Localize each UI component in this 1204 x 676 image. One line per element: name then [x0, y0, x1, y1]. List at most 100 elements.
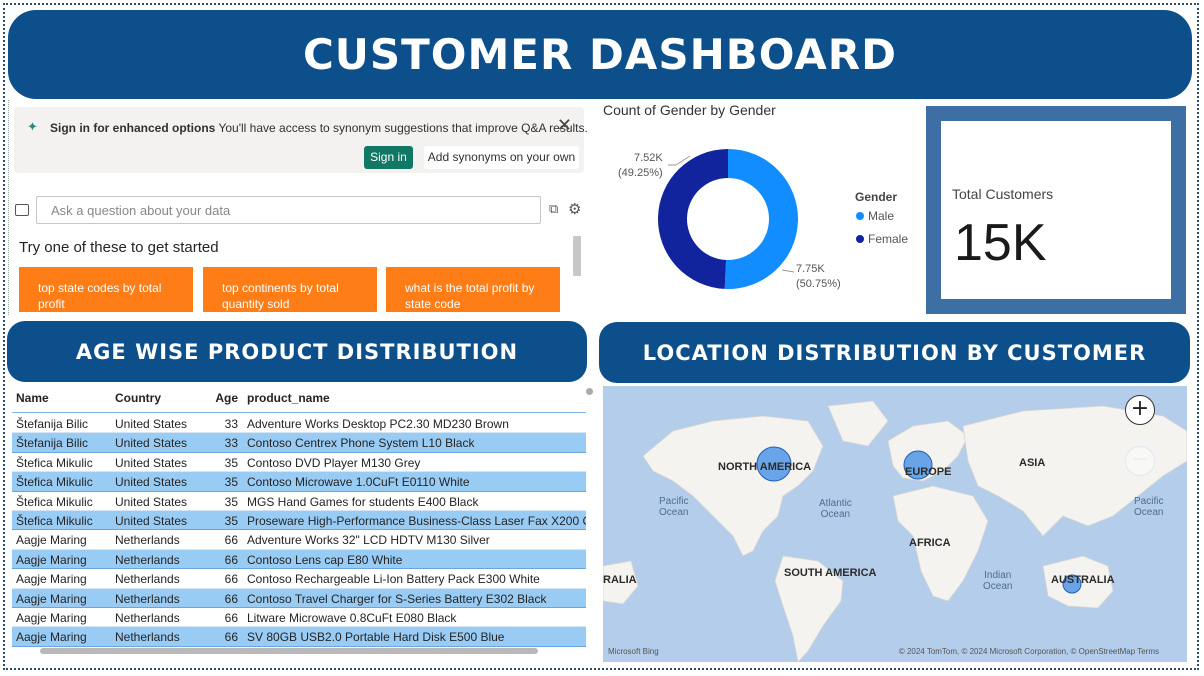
donut-slice-male[interactable] [724, 149, 799, 289]
cell-product: Contoso Rechargeable Li-Ion Battery Pack… [247, 572, 540, 587]
legend-female-marker [856, 235, 864, 243]
map-copyright[interactable]: © 2024 TomTom, © 2024 Microsoft Corporat… [899, 647, 1159, 656]
cell-age: 66 [224, 552, 238, 567]
cell-product: Contoso Lens cap E80 White [247, 552, 403, 567]
donut-slice-female[interactable] [658, 149, 728, 289]
location-section-header: LOCATION DISTRIBUTION BY CUSTOMER [599, 322, 1190, 383]
world-map-svg [603, 400, 1187, 662]
cell-name: Štefica Mikulic [16, 455, 93, 470]
age-section-header: AGE WISE PRODUCT DISTRIBUTION [7, 321, 587, 382]
table-row[interactable]: Aagje Maring Netherlands 66 Litware Microwa… [12, 608, 586, 628]
cell-country: United States [115, 455, 188, 470]
cell-age: 66 [224, 533, 238, 548]
card-label: Total Customers [952, 186, 1054, 202]
cell-age: 35 [224, 514, 238, 528]
table-row[interactable]: Štefanija Bilic United States 33 Contoso Ce… [12, 433, 586, 453]
signin-notice: ✦ Sign in for enhanced options You'll ha… [14, 107, 588, 173]
signin-message: Sign in for enhanced options You'll have… [50, 121, 588, 135]
table-row[interactable]: Štefanija Bilic United States 33 Adventure … [12, 414, 586, 434]
cell-name: Štefanija Bilic [16, 436, 89, 451]
map-label-pacific-ocean-right: Pacific Ocean [1134, 496, 1164, 518]
male-data-label: 7.75K [796, 263, 825, 275]
close-icon[interactable]: ✕ [557, 115, 572, 136]
cell-name: Aagje Maring [16, 533, 87, 548]
cell-age: 35 [224, 494, 238, 509]
add-synonyms-button[interactable]: Add synonyms on your own [424, 146, 579, 169]
cell-name: Štefanija Bilic [16, 417, 89, 431]
cell-name: Aagje Maring [16, 611, 87, 625]
legend-title: Gender [855, 190, 897, 204]
cell-product: Contoso DVD Player M130 Grey [247, 455, 421, 470]
column-header-age[interactable]: Age [208, 391, 238, 405]
cell-age: 35 [224, 455, 238, 470]
qa-question-input[interactable]: Ask a question about your data [36, 196, 541, 224]
cell-product: SV 80GB USB2.0 Portable Hard Disk E500 B… [247, 630, 505, 645]
legend-male-marker [856, 212, 864, 220]
signin-bold: Sign in for enhanced options [50, 121, 216, 135]
cell-name: Aagje Maring [16, 630, 87, 645]
table-header: Name Country Age product_name [12, 386, 586, 413]
suggestion-button[interactable]: top continents by total quantity sold [203, 267, 377, 312]
cell-country: Netherlands [115, 630, 180, 645]
location-map[interactable]: NORTH AMERICA EUROPE ASIA AFRICA SOUTH A… [603, 386, 1187, 662]
cell-country: United States [115, 417, 188, 431]
map-label-indian-ocean: Indian Ocean [983, 570, 1013, 592]
legend-male-label[interactable]: Male [868, 209, 894, 223]
cell-product: Contoso Travel Charger for S-Series Batt… [247, 591, 547, 606]
cell-name: Aagje Maring [16, 552, 87, 567]
table-row[interactable]: Štefica Mikulic United States 35 Proseware … [12, 511, 586, 531]
donut-svg: 7.52K (49.25%) 7.75K (50.75%) Gender Mal… [618, 149, 908, 290]
map-label-pacific-ocean-left: Pacific Ocean [659, 496, 689, 518]
cell-name: Štefica Mikulic [16, 475, 93, 490]
cell-country: Netherlands [115, 552, 180, 567]
cell-age: 66 [224, 591, 238, 606]
cell-product: MGS Hand Games for students E400 Black [247, 494, 479, 509]
table-horizontal-scrollbar[interactable] [40, 648, 538, 654]
convert-visual-icon[interactable]: ⧉ [549, 202, 558, 217]
card-value: 15K [954, 214, 1047, 272]
column-header-country[interactable]: Country [115, 391, 161, 405]
cell-product: Adventure Works 32" LCD HDTV M130 Silver [247, 533, 490, 548]
age-product-table: Name Country Age product_name Štefanija … [12, 386, 586, 654]
dashboard-title: CUSTOMER DASHBOARD [302, 30, 898, 79]
table-row[interactable]: Štefica Mikulic United States 35 Contoso DV… [12, 453, 586, 473]
table-row[interactable]: Aagje Maring Netherlands 66 Adventure Works… [12, 530, 586, 550]
qa-scrollbar[interactable] [573, 236, 581, 276]
table-row[interactable]: Štefica Mikulic United States 35 MGS Hand G… [12, 492, 586, 511]
map-label-africa: AFRICA [909, 537, 951, 549]
cell-product: Litware Microwave 0.8CuFt E080 Black [247, 611, 457, 625]
suggestion-button[interactable]: what is the total profit by state code [386, 267, 560, 312]
legend-female-label[interactable]: Female [868, 232, 908, 246]
table-row[interactable]: Aagje Maring Netherlands 66 SV 80GB USB2.0 … [12, 627, 586, 647]
signin-button[interactable]: Sign in [364, 146, 413, 169]
gender-donut-chart: Count of Gender by Gender 7.52K (49.25%)… [598, 100, 920, 310]
suggestion-button[interactable]: top state codes by total profit [19, 267, 193, 312]
cell-country: United States [115, 475, 188, 490]
cell-age: 66 [224, 630, 238, 645]
column-header-name[interactable]: Name [16, 391, 49, 405]
zoom-in-button[interactable]: + [1125, 395, 1155, 425]
map-label-europe: EUROPE [905, 466, 952, 478]
cell-country: United States [115, 436, 188, 451]
cell-name: Štefica Mikulic [16, 514, 93, 528]
map-label-north-america: NORTH AMERICA [718, 461, 812, 473]
table-scroll-thumb[interactable] [586, 388, 593, 395]
cell-age: 66 [224, 572, 238, 587]
table-row[interactable]: Aagje Maring Netherlands 66 Contoso Recharg… [12, 569, 586, 589]
cell-product: Contoso Centrex Phone System L10 Black [247, 436, 475, 451]
cell-name: Aagje Maring [16, 572, 87, 587]
column-header-product[interactable]: product_name [247, 391, 330, 405]
cell-country: United States [115, 494, 188, 509]
female-data-pct: (49.25%) [618, 167, 663, 179]
zoom-out-button[interactable]: − [1125, 446, 1155, 476]
table-row[interactable]: Štefica Mikulic United States 35 Contoso Mi… [12, 472, 586, 492]
cell-country: United States [115, 514, 188, 528]
total-customers-card: Total Customers 15K [926, 106, 1186, 314]
table-row[interactable]: Aagje Maring Netherlands 66 Contoso Lens ca… [12, 549, 586, 570]
map-label-australia-wrap: RALIA [603, 574, 637, 586]
table-row[interactable]: Aagje Maring Netherlands 66 Contoso Travel … [12, 588, 586, 608]
gear-icon[interactable]: ⚙ [568, 200, 581, 218]
age-section-title: AGE WISE PRODUCT DISTRIBUTION [75, 339, 519, 364]
qa-visual: ✦ Sign in for enhanced options You'll ha… [8, 100, 588, 315]
cell-name: Štefica Mikulic [16, 494, 93, 509]
